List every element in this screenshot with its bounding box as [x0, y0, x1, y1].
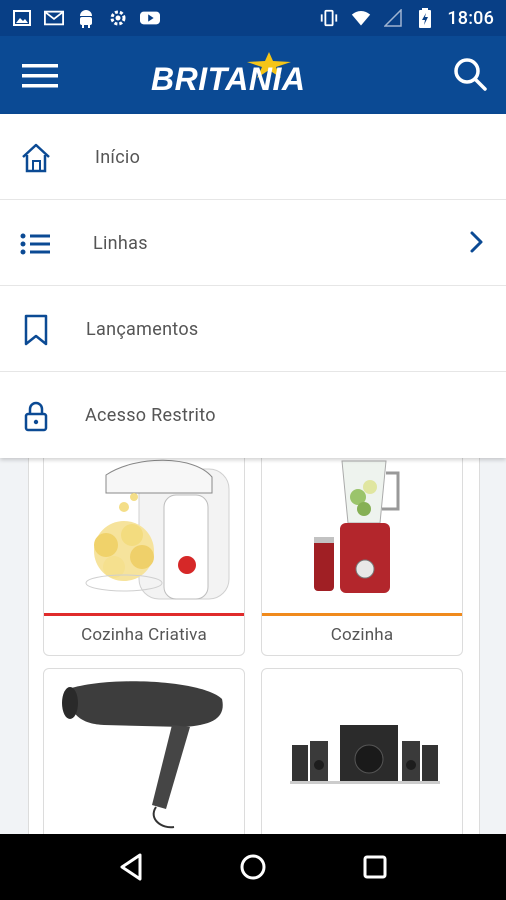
category-card[interactable]: Cozinha Criativa [43, 456, 245, 656]
list-icon [18, 226, 54, 262]
notification-icons [12, 8, 160, 28]
vibrate-icon [319, 8, 339, 28]
gmail-icon [44, 8, 64, 28]
back-button[interactable] [107, 843, 155, 891]
lock-icon [18, 398, 54, 434]
menu-item-linhas[interactable]: Linhas [0, 200, 506, 286]
android-icon [76, 8, 96, 28]
brand-name: BRITANIA [151, 61, 306, 97]
category-title: Cozinha Criativa [81, 625, 207, 645]
brand-logo: BRITANIA [151, 52, 361, 104]
category-card[interactable] [261, 668, 463, 834]
battery-icon [415, 8, 435, 28]
menu-item-label: Lançamentos [86, 319, 199, 340]
system-icons: 18:06 [319, 8, 494, 29]
hair-dryer-image [62, 681, 223, 829]
category-card[interactable]: Cozinha [261, 456, 463, 656]
system-nav-bar [0, 834, 506, 900]
menu-item-label: Acesso Restrito [85, 405, 216, 426]
menu-item-label: Linhas [93, 233, 148, 254]
back-icon [120, 853, 142, 881]
status-bar: 18:06 [0, 0, 506, 36]
category-card[interactable] [43, 668, 245, 834]
recents-button[interactable] [351, 843, 399, 891]
menu-item-acesso-restrito[interactable]: Acesso Restrito [0, 372, 506, 458]
search-icon [454, 58, 487, 91]
search-button[interactable] [450, 54, 490, 94]
category-title: Cozinha [330, 625, 394, 645]
hamburger-icon [22, 64, 58, 88]
category-grid: Cozinha Criativa Cozinha [28, 456, 480, 834]
home-circle-icon [240, 854, 266, 880]
recents-icon [363, 855, 387, 879]
bookmark-icon [18, 312, 54, 348]
menu-button[interactable] [20, 56, 60, 96]
menu-item-inicio[interactable]: Início [0, 114, 506, 200]
wifi-icon [351, 8, 371, 28]
popcorn-maker-image [85, 459, 230, 600]
home-icon [18, 140, 54, 176]
nav-menu: Início Linhas Lançamentos Acesso Restrit… [0, 114, 506, 458]
signal-icon [383, 8, 403, 28]
speaker-system-image [290, 725, 440, 784]
status-time: 18:06 [447, 7, 494, 29]
app-bar: BRITANIA [0, 36, 506, 114]
blender-image [314, 460, 400, 593]
category-accent-bar [262, 613, 462, 616]
menu-item-lancamentos[interactable]: Lançamentos [0, 286, 506, 372]
image-icon [12, 8, 32, 28]
category-accent-bar [44, 613, 244, 616]
chevron-right-icon[interactable] [464, 230, 488, 254]
menu-item-label: Início [95, 147, 141, 168]
youtube-icon [140, 8, 160, 28]
settings-icon [108, 8, 128, 28]
home-button[interactable] [229, 843, 277, 891]
